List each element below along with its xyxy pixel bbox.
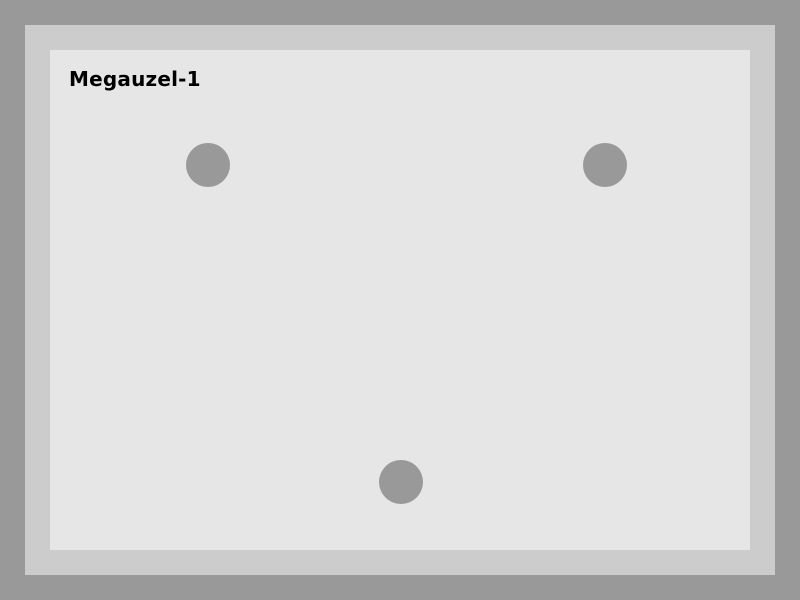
dot-bottom-center	[379, 460, 423, 504]
panel-title: Megauzel-1	[69, 67, 201, 91]
dot-top-left	[186, 143, 230, 187]
dot-top-right	[583, 143, 627, 187]
outer-frame: Megauzel-1	[25, 25, 775, 575]
main-panel: Megauzel-1	[50, 50, 750, 550]
